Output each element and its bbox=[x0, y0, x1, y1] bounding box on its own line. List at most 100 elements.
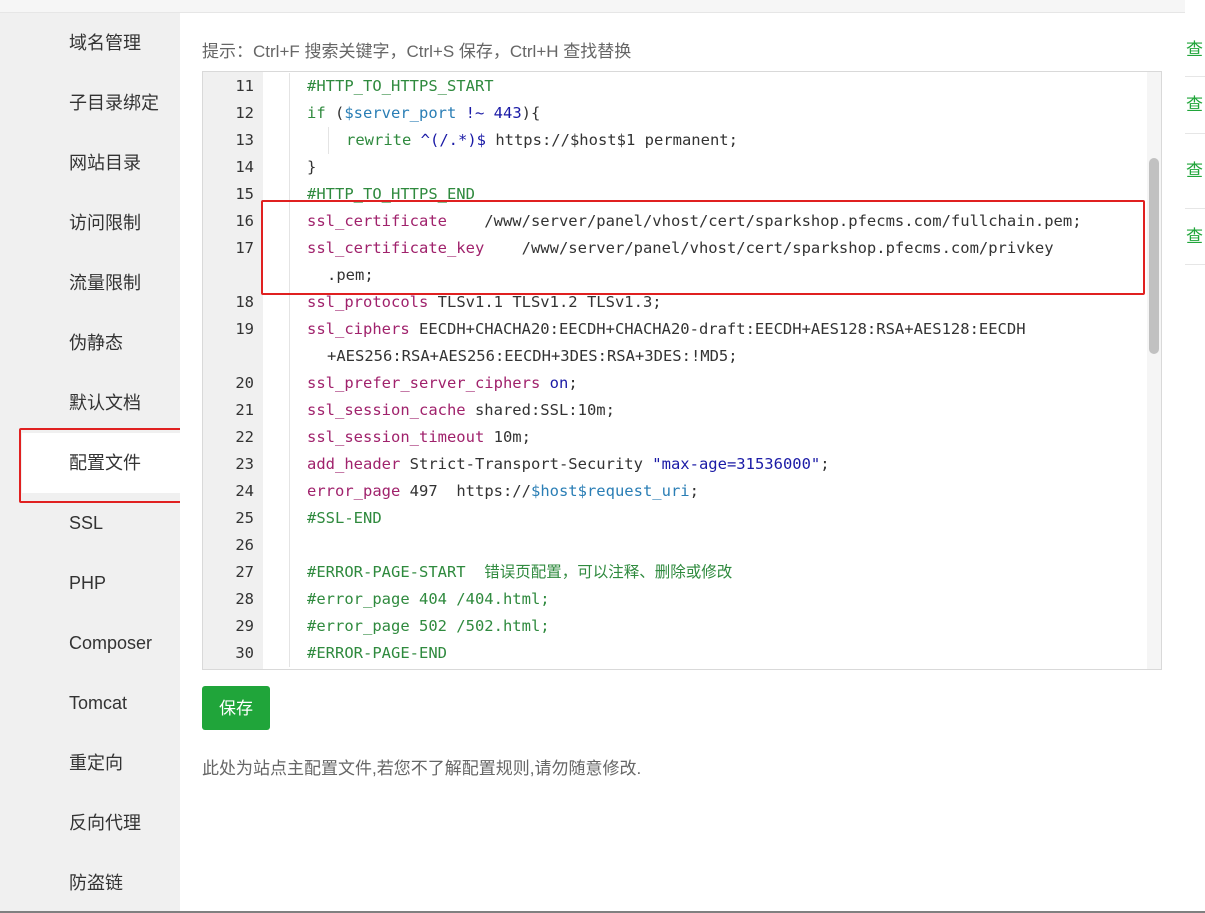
sidebar-item-hotlink-protection[interactable]: 防盗链 bbox=[69, 853, 179, 913]
bg-view-link[interactable]: 查 bbox=[1186, 95, 1203, 115]
code-token: ssl_ciphers bbox=[307, 320, 410, 338]
sidebar-item-site-directory[interactable]: 网站目录 bbox=[69, 133, 179, 193]
indent-guide bbox=[289, 451, 290, 478]
code-text: ssl_certificate /www/server/panel/vhost/… bbox=[307, 208, 1082, 235]
bg-divider bbox=[1183, 208, 1205, 209]
line-number: 29 bbox=[235, 617, 254, 635]
code-token: ){ bbox=[521, 104, 541, 122]
code-token: on bbox=[549, 374, 569, 392]
line-number: 14 bbox=[235, 158, 254, 176]
code-token: ssl_certificate bbox=[307, 212, 447, 230]
config-warning-note: 此处为站点主配置文件,若您不了解配置规则,请勿随意修改. bbox=[202, 759, 642, 778]
code-token: #ERROR-PAGE-START 错误页配置，可以注释、删除或修改 bbox=[307, 563, 733, 581]
bg-view-link[interactable]: 查 bbox=[1186, 227, 1203, 247]
sidebar-item-composer[interactable]: Composer bbox=[69, 613, 179, 673]
code-token: ssl_session_timeout bbox=[307, 428, 485, 446]
code-token: ( bbox=[325, 104, 345, 122]
sidebar-item-php[interactable]: PHP bbox=[69, 553, 179, 613]
code-token: #SSL-END bbox=[307, 509, 382, 527]
code-line: 20 ssl_prefer_server_ciphers on; bbox=[203, 370, 1143, 397]
code-line: +AES256:RSA+AES256:EECDH+3DES:RSA+3DES:!… bbox=[203, 343, 1143, 370]
code-line: 11 #HTTP_TO_HTTPS_START bbox=[203, 73, 1143, 100]
indent-guide bbox=[289, 73, 290, 100]
code-token: #ERROR-PAGE-END bbox=[307, 644, 447, 662]
line-number: 18 bbox=[235, 293, 254, 311]
indent-guide bbox=[289, 181, 290, 208]
indent-guide bbox=[289, 397, 290, 424]
code-text: ssl_session_timeout 10m; bbox=[307, 424, 531, 451]
code-text: #error_page 502 /502.html; bbox=[307, 613, 550, 640]
code-token: https://$host$1 permanent; bbox=[485, 131, 738, 149]
code-token: $host$request_uri bbox=[530, 482, 690, 500]
code-token: /www/server/panel/vhost/cert/sparkshop.p… bbox=[446, 212, 1082, 230]
indent-guide bbox=[289, 262, 290, 289]
code-text: #SSL-END bbox=[307, 505, 382, 532]
bg-view-link[interactable]: 查 bbox=[1186, 40, 1203, 60]
line-number: 11 bbox=[235, 77, 254, 95]
code-line: 12 if ($server_port !~ 443){ bbox=[203, 100, 1143, 127]
code-token: TLSv1.1 TLSv1.2 TLSv1.3; bbox=[428, 293, 662, 311]
code-text: rewrite ^(/.*)$ https://$host$1 permanen… bbox=[346, 127, 738, 154]
code-token: #error_page 404 /404.html; bbox=[307, 590, 550, 608]
sidebar-item-ssl[interactable]: SSL bbox=[69, 493, 179, 553]
code-line: 26 bbox=[203, 532, 1143, 559]
code-token: /www/server/panel/vhost/cert/sparkshop.p… bbox=[484, 239, 1054, 257]
indent-guide bbox=[289, 505, 290, 532]
indent-guide bbox=[289, 343, 290, 370]
code-token: .pem; bbox=[327, 266, 374, 284]
sidebar-item-domains[interactable]: 域名管理 bbox=[69, 13, 179, 73]
code-line: .pem; bbox=[203, 262, 1143, 289]
sidebar-item-redirect[interactable]: 重定向 bbox=[69, 733, 179, 793]
code-line: 14} bbox=[203, 154, 1143, 181]
bg-view-link[interactable]: 查 bbox=[1186, 161, 1203, 181]
code-token: ^(/.*)$ bbox=[411, 131, 486, 149]
code-text: } bbox=[307, 154, 316, 181]
save-button[interactable]: 保存 bbox=[202, 686, 270, 730]
code-line: 27 #ERROR-PAGE-START 错误页配置，可以注释、删除或修改 bbox=[203, 559, 1143, 586]
indent-guide bbox=[289, 559, 290, 586]
code-text: ssl_prefer_server_ciphers on; bbox=[307, 370, 578, 397]
modal-header-strip bbox=[0, 0, 1185, 13]
code-line: 23 add_header Strict-Transport-Security "… bbox=[203, 451, 1143, 478]
code-editor[interactable]: 11 #HTTP_TO_HTTPS_START 12 if ($server_port… bbox=[202, 71, 1162, 670]
code-text: add_header Strict-Transport-Security "ma… bbox=[307, 451, 830, 478]
indent-guide bbox=[289, 289, 290, 316]
indent-guide bbox=[289, 100, 290, 127]
indent-guide bbox=[289, 613, 290, 640]
code-token: EECDH+CHACHA20:EECDH+CHACHA20-draft:EECD… bbox=[409, 320, 1026, 338]
sidebar-item-traffic-limit[interactable]: 流量限制 bbox=[69, 253, 179, 313]
line-number: 17 bbox=[235, 239, 254, 257]
line-number: 23 bbox=[235, 455, 254, 473]
line-number: 28 bbox=[235, 590, 254, 608]
sidebar-item-subdirectory-binding[interactable]: 子目录绑定 bbox=[69, 73, 179, 133]
sidebar-item-access-restriction[interactable]: 访问限制 bbox=[69, 193, 179, 253]
sidebar-item-rewrite[interactable]: 伪静态 bbox=[69, 313, 179, 373]
code-token: "max-age=31536000" bbox=[652, 455, 821, 473]
indent-guide bbox=[289, 316, 290, 343]
indent-guide bbox=[289, 208, 290, 235]
code-text: #ERROR-PAGE-END bbox=[307, 640, 447, 667]
code-token: shared:SSL:10m; bbox=[465, 401, 615, 419]
code-token: #HTTP_TO_HTTPS_START bbox=[307, 77, 494, 95]
code-line: 21 ssl_session_cache shared:SSL:10m; bbox=[203, 397, 1143, 424]
code-text: +AES256:RSA+AES256:EECDH+3DES:RSA+3DES:!… bbox=[327, 343, 738, 370]
line-number: 19 bbox=[235, 320, 254, 338]
line-number: 16 bbox=[235, 212, 254, 230]
code-token: ssl_certificate_key bbox=[307, 239, 485, 257]
editor-scrollbar[interactable] bbox=[1147, 72, 1161, 669]
sidebar-item-tomcat[interactable]: Tomcat bbox=[69, 673, 179, 733]
code-text: ssl_session_cache shared:SSL:10m; bbox=[307, 397, 615, 424]
bg-divider bbox=[1183, 133, 1205, 134]
code-token: #HTTP_TO_HTTPS_END bbox=[307, 185, 475, 203]
sidebar-item-reverse-proxy[interactable]: 反向代理 bbox=[69, 793, 179, 853]
indent-guide bbox=[289, 640, 290, 667]
editor-scrollbar-thumb[interactable] bbox=[1149, 158, 1159, 354]
code-text: #ERROR-PAGE-START 错误页配置，可以注释、删除或修改 bbox=[307, 559, 732, 586]
line-number: 25 bbox=[235, 509, 254, 527]
code-token: ; bbox=[689, 482, 699, 500]
code-token: if bbox=[307, 104, 326, 122]
indent-guide bbox=[289, 532, 290, 559]
sidebar-item-config-file[interactable]: 配置文件 bbox=[22, 433, 188, 493]
line-number: 20 bbox=[235, 374, 254, 392]
sidebar-item-default-document[interactable]: 默认文档 bbox=[69, 373, 179, 433]
